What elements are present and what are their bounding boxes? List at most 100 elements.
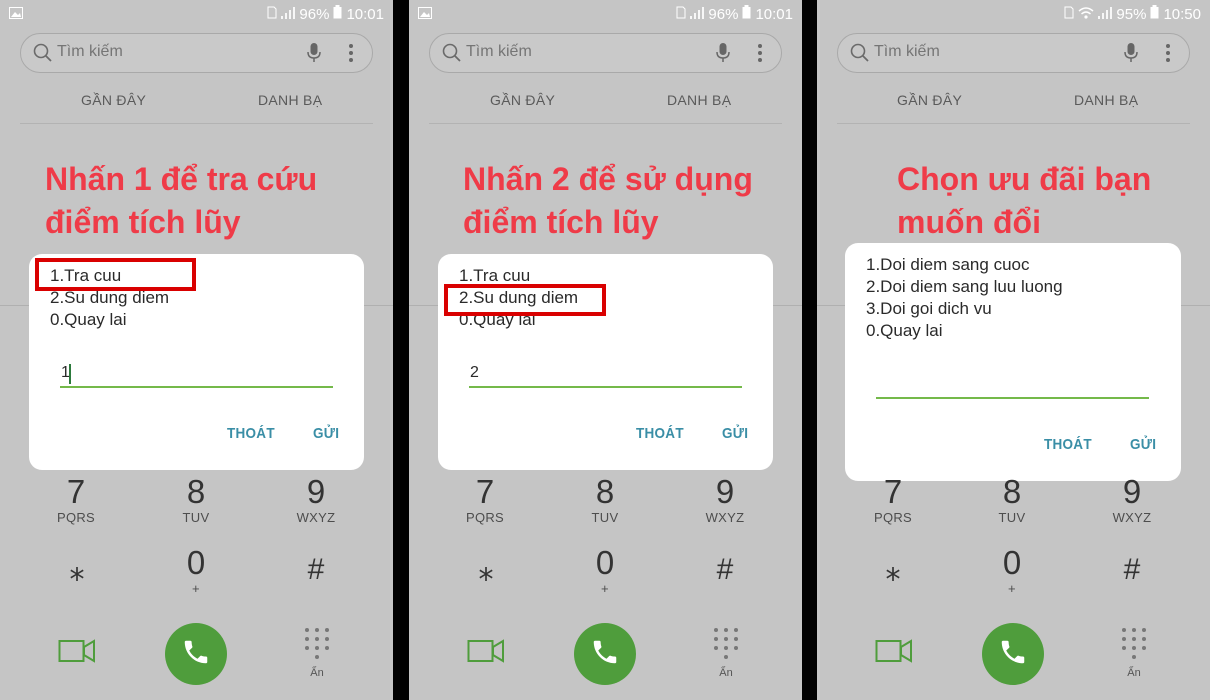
key-star[interactable]: ⁎ <box>873 553 913 588</box>
menu-item-1: 1.Doi diem sang cuoc <box>866 255 1030 274</box>
battery-percent: 96% <box>299 5 330 23</box>
keypad-grid-icon <box>1121 628 1147 663</box>
battery-icon <box>333 5 342 23</box>
battery-percent: 96% <box>708 5 739 23</box>
battery-icon <box>1150 5 1159 23</box>
gallery-icon <box>9 6 23 23</box>
keypad-grid-icon <box>713 628 739 663</box>
key-0[interactable]: 0 + <box>565 546 645 596</box>
tab-recent[interactable]: GẦN ĐÂY <box>490 92 555 108</box>
video-call-icon[interactable] <box>875 637 913 670</box>
search-icon <box>850 43 870 68</box>
search-icon <box>442 43 462 68</box>
call-button[interactable] <box>574 623 636 685</box>
key-8[interactable]: 8 TUV <box>972 475 1052 525</box>
more-options-icon[interactable] <box>1165 42 1171 69</box>
key-hash[interactable]: # <box>296 553 336 587</box>
key-7[interactable]: 7 PQRS <box>445 475 525 525</box>
hide-keypad-button[interactable]: Ẩn <box>709 627 743 679</box>
key-8[interactable]: 8 TUV <box>565 475 645 525</box>
hide-label: Ẩn <box>1127 667 1141 679</box>
key-9[interactable]: 9 WXYZ <box>1092 475 1172 525</box>
battery-percent: 95% <box>1116 5 1147 23</box>
ussd-reply-input[interactable] <box>469 360 742 388</box>
key-9[interactable]: 9 WXYZ <box>685 475 765 525</box>
key-hash[interactable]: # <box>705 553 745 587</box>
ussd-reply-input[interactable] <box>60 360 333 388</box>
instruction-caption: Chọn ưu đãi bạn muốn đổi <box>897 158 1151 244</box>
gallery-icon <box>418 6 432 23</box>
status-bar: 95% 10:50 <box>817 0 1210 28</box>
key-star[interactable]: ⁎ <box>466 553 506 588</box>
hide-label: Ẩn <box>310 667 324 679</box>
ussd-reply-input[interactable] <box>876 371 1149 399</box>
signal-icon <box>1098 6 1113 23</box>
send-button[interactable]: GỬI <box>1130 436 1156 453</box>
sim-icon <box>267 6 277 23</box>
key-8[interactable]: 8 TUV <box>156 475 236 525</box>
key-9[interactable]: 9 WXYZ <box>276 475 356 525</box>
send-button[interactable]: GỬI <box>313 425 339 442</box>
phone-icon <box>998 637 1028 672</box>
phone-icon <box>590 637 620 672</box>
search-input[interactable] <box>57 43 257 61</box>
cancel-button[interactable]: THOÁT <box>636 425 684 442</box>
mic-icon[interactable] <box>306 42 322 69</box>
search-input[interactable] <box>874 43 1074 61</box>
phone-screen-2: 96% 10:01 GẦN ĐÂY DANH BẠ Nhấn 2 để sử d… <box>409 0 802 700</box>
send-button[interactable]: GỬI <box>722 425 748 442</box>
mic-icon[interactable] <box>715 42 731 69</box>
tab-contacts[interactable]: DANH BẠ <box>1074 92 1138 108</box>
sim-icon <box>1064 6 1074 23</box>
clock: 10:01 <box>346 5 384 23</box>
instruction-caption: Nhấn 2 để sử dụng điểm tích lũy <box>463 158 753 244</box>
sim-icon <box>676 6 686 23</box>
tab-contacts[interactable]: DANH BẠ <box>667 92 731 108</box>
hide-keypad-button[interactable]: Ẩn <box>300 627 334 679</box>
search-icon <box>33 43 53 68</box>
battery-icon <box>742 5 751 23</box>
clock: 10:01 <box>755 5 793 23</box>
mic-icon[interactable] <box>1123 42 1139 69</box>
search-bar[interactable] <box>429 33 782 73</box>
cancel-button[interactable]: THOÁT <box>1044 436 1092 453</box>
key-hash[interactable]: # <box>1112 553 1152 587</box>
phone-screen-1: 96% 10:01 GẦN ĐÂY DANH BẠ Nhấn 1 để tra … <box>0 0 393 700</box>
tab-contacts[interactable]: DANH BẠ <box>258 92 322 108</box>
video-call-icon[interactable] <box>467 637 505 670</box>
menu-item-3: 3.Doi goi dich vu <box>866 299 992 318</box>
signal-icon <box>690 6 705 23</box>
ussd-dialog: 1.Doi diem sang cuoc 2.Doi diem sang luu… <box>845 243 1181 481</box>
text-cursor <box>69 364 71 384</box>
video-call-icon[interactable] <box>58 637 96 670</box>
instruction-caption: Nhấn 1 để tra cứu điểm tích lũy <box>45 158 317 244</box>
call-button[interactable] <box>165 623 227 685</box>
caption-line-2: điểm tích lũy <box>45 204 241 240</box>
key-star[interactable]: ⁎ <box>57 553 97 588</box>
wifi-icon <box>1078 6 1094 23</box>
caption-line-1: Chọn ưu đãi bạn <box>897 161 1152 197</box>
more-options-icon[interactable] <box>348 42 354 69</box>
tab-recent[interactable]: GẦN ĐÂY <box>81 92 146 108</box>
tab-divider <box>837 123 1190 124</box>
tab-recent[interactable]: GẦN ĐÂY <box>897 92 962 108</box>
menu-item-1: 1.Tra cuu <box>459 266 531 285</box>
key-7[interactable]: 7 PQRS <box>853 475 933 525</box>
keypad-grid-icon <box>304 628 330 663</box>
more-options-icon[interactable] <box>757 42 763 69</box>
key-0[interactable]: 0 + <box>156 546 236 596</box>
cancel-button[interactable]: THOÁT <box>227 425 275 442</box>
search-input[interactable] <box>466 43 666 61</box>
hide-keypad-button[interactable]: Ẩn <box>1117 627 1151 679</box>
highlight-box <box>35 258 196 291</box>
menu-item-4: 0.Quay lai <box>866 321 943 340</box>
key-0[interactable]: 0 + <box>972 546 1052 596</box>
caption-line-2: muốn đổi <box>897 204 1041 240</box>
search-bar[interactable] <box>837 33 1190 73</box>
phone-screen-3: 95% 10:50 GẦN ĐÂY DANH BẠ Chọn ưu đãi bạ… <box>817 0 1210 700</box>
call-button[interactable] <box>982 623 1044 685</box>
search-bar[interactable] <box>20 33 373 73</box>
signal-icon <box>281 6 296 23</box>
key-7[interactable]: 7 PQRS <box>36 475 116 525</box>
caption-line-1: Nhấn 1 để tra cứu <box>45 161 318 197</box>
